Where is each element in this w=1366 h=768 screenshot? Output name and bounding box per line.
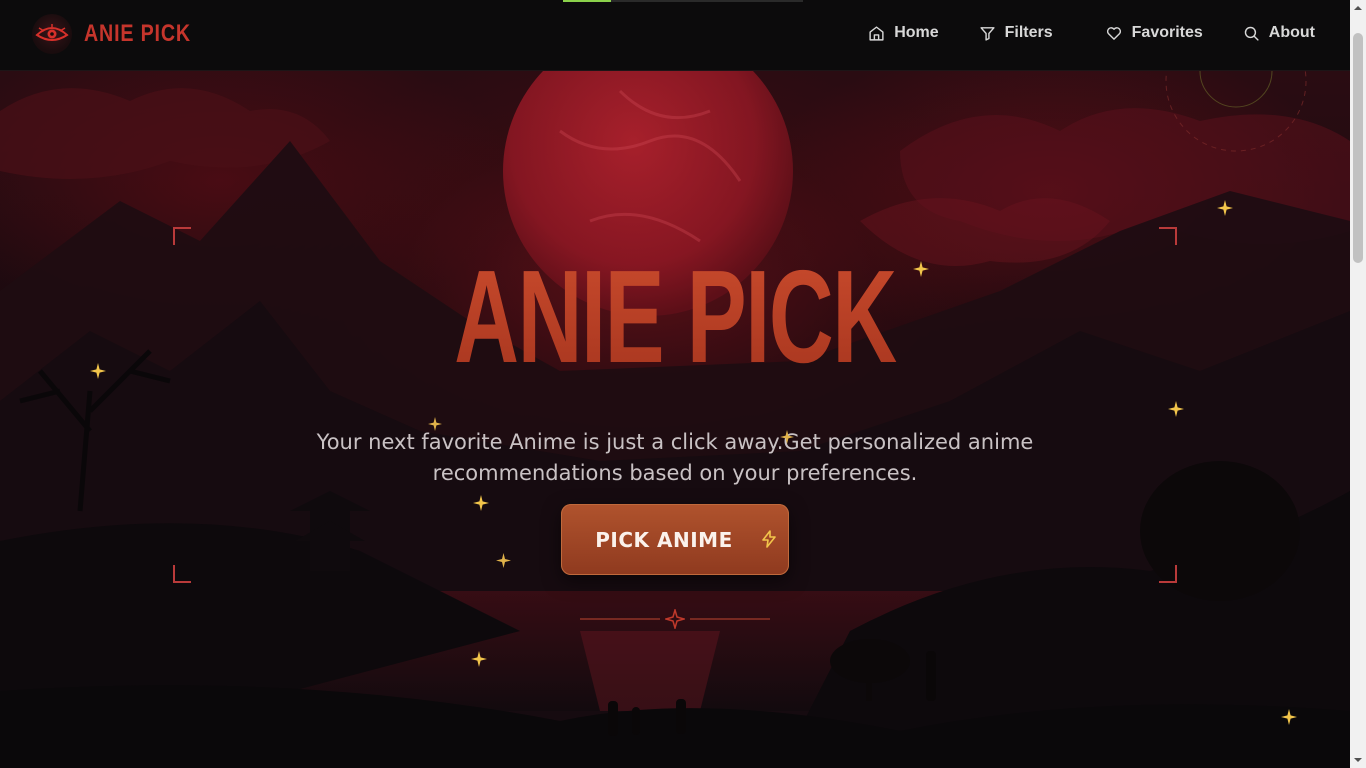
page-scrollbar[interactable] (1350, 0, 1366, 768)
nav-item-label: Favorites (1131, 24, 1203, 41)
eye-icon (32, 14, 72, 54)
sparkle-icon (473, 495, 489, 511)
sparkle-icon (780, 430, 794, 444)
search-icon (1244, 26, 1259, 41)
brand-logo[interactable]: ANIE PICK (32, 14, 214, 54)
filter-icon (980, 26, 995, 41)
lightning-icon (762, 530, 776, 548)
brand-name: ANIE PICK (84, 20, 191, 47)
page-progress-bar (563, 0, 803, 2)
nav-item-home[interactable]: Home (868, 24, 939, 42)
sparkle-icon (1168, 401, 1184, 417)
hero-section: ANIE PICK (0, 71, 1350, 768)
hero-title: ANIE PICK (216, 251, 1134, 383)
sparkle-icon (428, 417, 442, 431)
pick-anime-label: PICK ANIME (595, 527, 733, 552)
nav-item-label: About (1268, 24, 1315, 41)
navbar: ANIE PICK Home Filters Favorites About (0, 0, 1350, 71)
sparkle-icon (471, 651, 487, 667)
sparkle-icon (496, 553, 511, 568)
sparkle-icon (1217, 200, 1233, 216)
nav-item-about[interactable]: About (1243, 24, 1315, 42)
nav-item-label: Filters (1004, 24, 1053, 41)
page-progress-fill (563, 0, 611, 2)
sparkle-icon (1281, 709, 1297, 725)
heart-icon (1106, 26, 1121, 40)
divider-star-icon (665, 609, 685, 629)
pick-anime-button[interactable]: PICK ANIME (561, 504, 789, 575)
nav-item-label: Home (894, 24, 939, 41)
hero-subtitle-line1: Your next favorite Anime is just a click… (316, 430, 1034, 454)
scrollbar-thumb[interactable] (1353, 33, 1363, 263)
nav-item-filters[interactable]: Filters (979, 24, 1053, 42)
scroll-up-arrow-icon[interactable] (1350, 0, 1366, 16)
main-nav: Home Filters Favorites About (868, 24, 1315, 42)
hero-subtitle-line2: recommendations based on your preference… (432, 461, 918, 485)
hero-subtitle: Your next favorite Anime is just a click… (300, 427, 1050, 489)
hero-background-illustration (0, 71, 1350, 768)
home-icon (869, 25, 884, 41)
nav-item-favorites[interactable]: Favorites (1105, 24, 1203, 42)
sparkle-icon (913, 261, 929, 277)
sparkle-icon (90, 363, 106, 379)
scroll-down-arrow-icon[interactable] (1350, 752, 1366, 768)
